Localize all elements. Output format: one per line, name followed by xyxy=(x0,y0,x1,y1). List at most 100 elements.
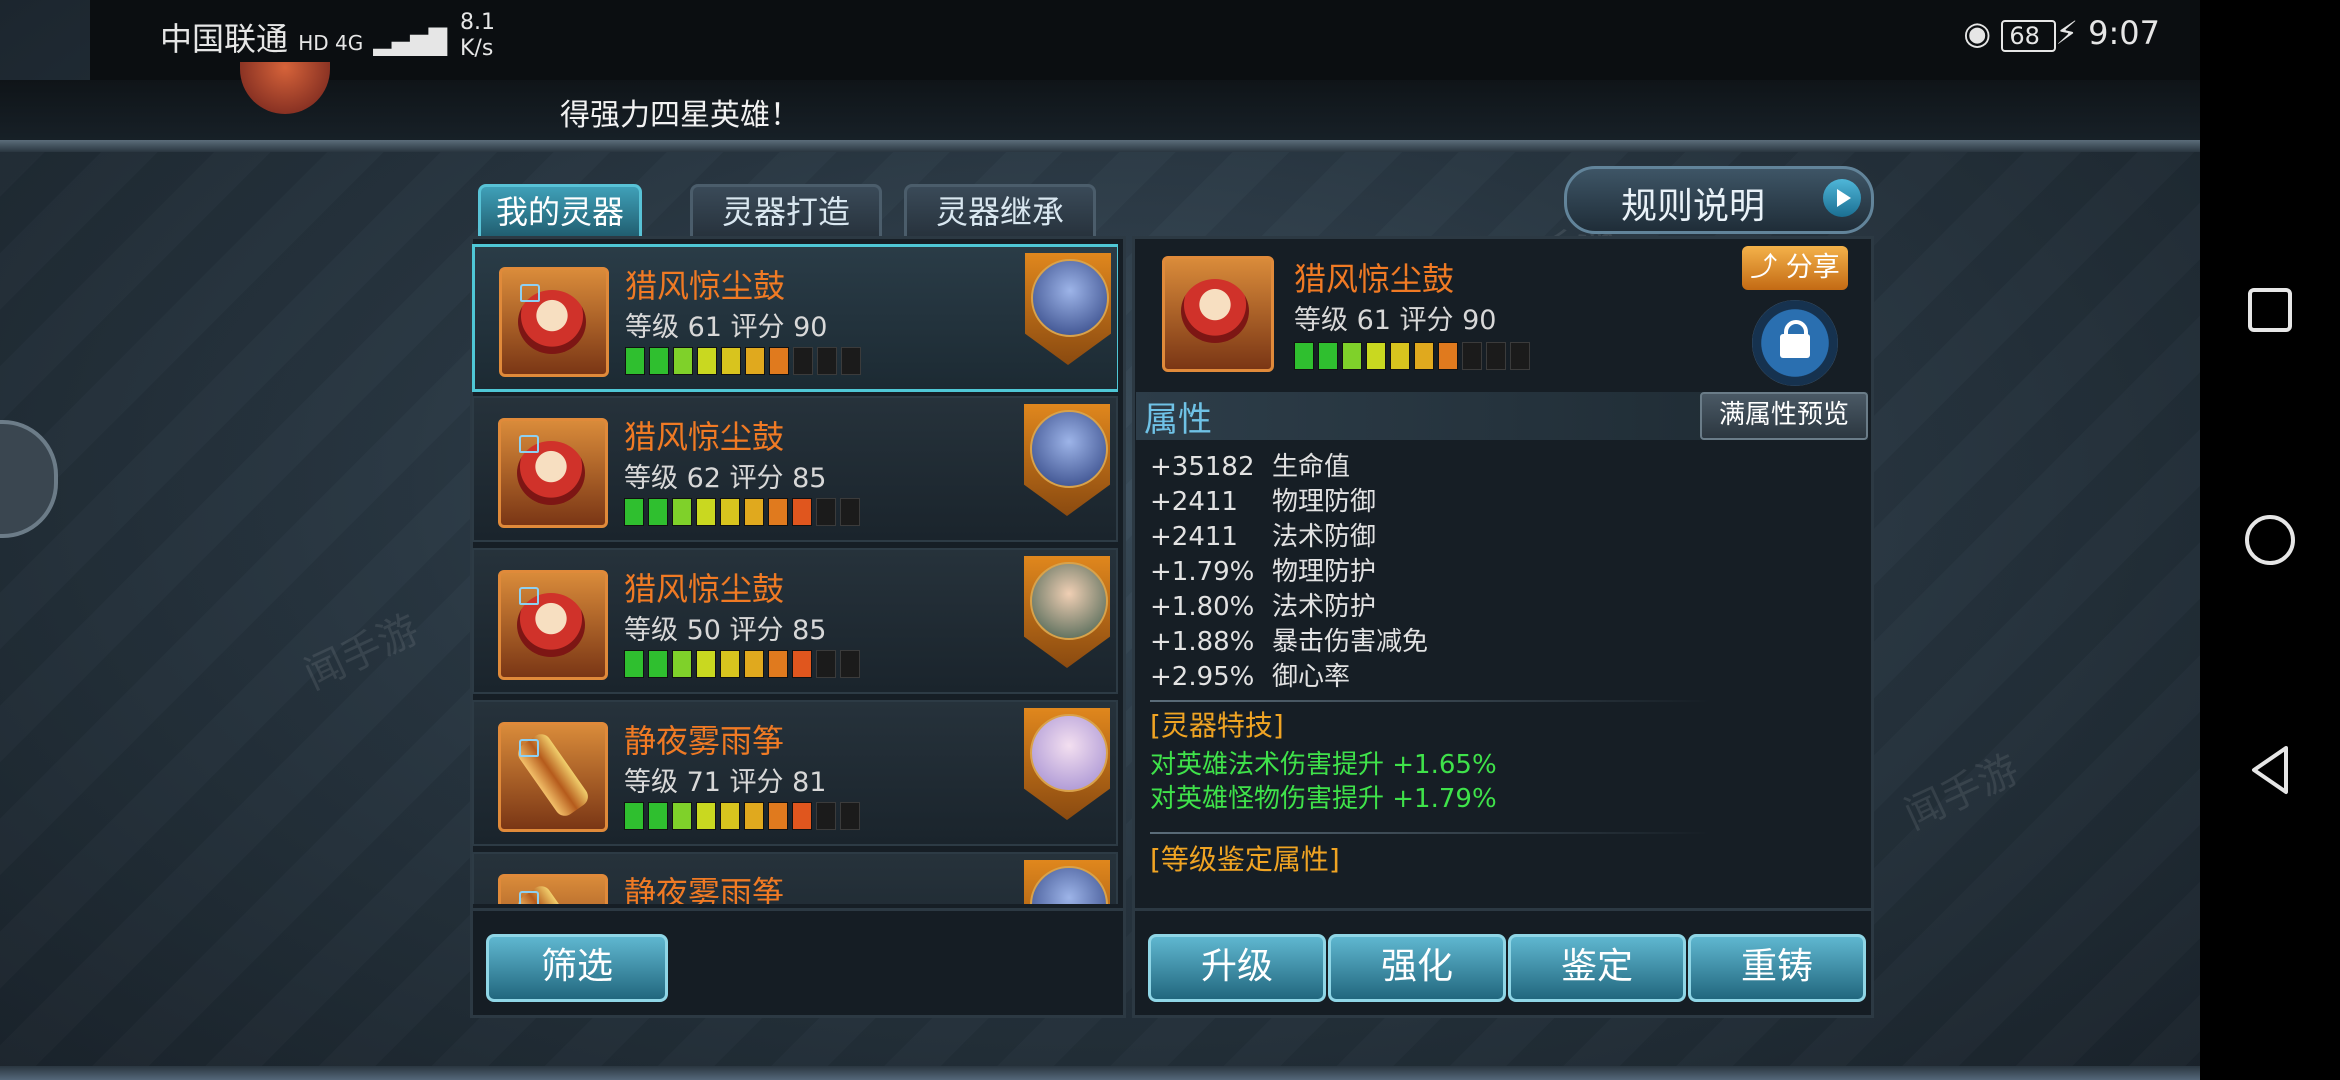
filter-button[interactable]: 筛选 xyxy=(486,934,668,1002)
quality-segment xyxy=(793,347,813,375)
list-item[interactable]: 猎风惊尘鼓 等级 61 评分 90 xyxy=(472,244,1118,392)
status-bar: 中国联通 HD 4G ▂▄▆█ 8.1 K/s ◉ 68 ⚡ 9:07 xyxy=(90,0,2220,80)
hero-avatar-icon[interactable] xyxy=(1024,556,1110,668)
home-icon[interactable] xyxy=(2240,510,2300,570)
list-item[interactable]: 猎风惊尘鼓 等级 50 评分 85 xyxy=(472,548,1118,694)
level-appraisal-title: [等级鉴定属性] xyxy=(1150,843,1340,876)
hero-avatar-icon[interactable] xyxy=(1024,404,1110,516)
share-button[interactable]: ⤴ 分享 xyxy=(1742,246,1848,290)
announcement-marquee: 得强力四星英雄！ xyxy=(0,80,2220,140)
hero-avatar-icon[interactable] xyxy=(1024,708,1110,820)
item-name: 静夜雾雨筝 xyxy=(624,874,785,904)
quality-segment xyxy=(648,498,668,526)
lock-toggle-icon[interactable] xyxy=(1752,300,1838,386)
drum-icon xyxy=(499,267,609,377)
attribute-row: +2411 物理防御 xyxy=(1150,487,1377,517)
quality-segment xyxy=(816,498,836,526)
quality-segment xyxy=(673,347,693,375)
list-item[interactable]: 静夜雾雨筝 等级 71 评分 81 xyxy=(472,700,1118,846)
tab-my-artifacts[interactable]: 我的灵器 xyxy=(478,184,642,242)
system-nav-bar xyxy=(2200,0,2340,1080)
list-item[interactable]: 静夜雾雨筝 xyxy=(472,852,1118,904)
item-name: 静夜雾雨筝 xyxy=(624,722,785,760)
quality-segment xyxy=(744,498,764,526)
enhance-button[interactable]: 强化 xyxy=(1328,934,1506,1002)
quality-segment xyxy=(672,498,692,526)
battery-level: 68 xyxy=(2009,22,2040,50)
quality-segment xyxy=(1414,342,1434,370)
divider xyxy=(1150,832,1710,834)
zither-icon xyxy=(498,722,608,832)
quality-segment xyxy=(624,498,644,526)
quality-segment xyxy=(840,650,860,678)
quality-bar xyxy=(624,498,864,526)
rules-button-label: 规则说明 xyxy=(1621,186,1766,227)
lock-icon xyxy=(519,587,539,605)
detail-stats: 等级 61 评分 90 xyxy=(1294,305,1497,336)
drum-icon xyxy=(498,570,608,680)
quality-segment xyxy=(624,650,644,678)
attribute-row: +1.88% 暴击伤害减免 xyxy=(1150,627,1429,657)
quality-segment xyxy=(624,802,644,830)
network-indicator: HD 4G xyxy=(298,31,364,55)
quality-segment xyxy=(696,802,716,830)
panel-frame-top xyxy=(0,140,2200,152)
quality-segment xyxy=(744,650,764,678)
hero-avatar-icon[interactable] xyxy=(1025,253,1111,365)
quality-segment xyxy=(625,347,645,375)
quality-segment xyxy=(1510,342,1530,370)
quality-segment xyxy=(1438,342,1458,370)
quality-segment xyxy=(697,347,717,375)
attribute-row: +35182 生命值 xyxy=(1150,452,1351,482)
hero-avatar-icon[interactable] xyxy=(1024,860,1110,904)
appraise-button[interactable]: 鉴定 xyxy=(1508,934,1686,1002)
quality-segment xyxy=(768,650,788,678)
attribute-row: +2411 法术防御 xyxy=(1150,522,1377,552)
quality-segment xyxy=(696,498,716,526)
detail-name: 猎风惊尘鼓 xyxy=(1294,260,1455,298)
carrier-label: 中国联通 xyxy=(160,20,289,58)
detail-quality-bar xyxy=(1294,342,1534,370)
clock: 9:07 xyxy=(2088,14,2160,52)
quality-segment xyxy=(1486,342,1506,370)
lock-icon xyxy=(519,891,539,904)
attribute-row: +1.79% 物理防护 xyxy=(1150,557,1377,587)
panel-frame-bottom xyxy=(0,1066,2200,1080)
item-stats: 等级 62 评分 85 xyxy=(624,463,827,494)
artifact-list[interactable]: 猎风惊尘鼓 等级 61 评分 90 猎风惊尘鼓 等级 62 评分 85 猎风惊尘… xyxy=(472,240,1118,904)
quality-segment xyxy=(816,650,836,678)
quality-segment xyxy=(816,802,836,830)
divider xyxy=(1150,700,1710,702)
zither-icon xyxy=(498,874,608,904)
quality-segment xyxy=(840,802,860,830)
speed-unit: K/s xyxy=(460,36,494,61)
item-name: 猎风惊尘鼓 xyxy=(624,570,785,608)
tab-artifact-forge[interactable]: 灵器打造 xyxy=(690,184,882,242)
recent-apps-icon[interactable] xyxy=(2240,280,2300,340)
item-name: 猎风惊尘鼓 xyxy=(624,418,785,456)
quality-segment xyxy=(672,650,692,678)
quality-segment xyxy=(841,347,861,375)
full-attributes-preview-button[interactable]: 满属性预览 xyxy=(1700,392,1868,440)
quality-segment xyxy=(1462,342,1482,370)
quality-segment xyxy=(792,650,812,678)
quality-bar xyxy=(624,802,864,830)
play-arrow-icon xyxy=(1823,179,1861,217)
rules-button[interactable]: 规则说明 xyxy=(1564,166,1874,234)
list-item[interactable]: 猎风惊尘鼓 等级 62 评分 85 xyxy=(472,396,1118,542)
quality-segment xyxy=(1390,342,1410,370)
share-label: 分享 xyxy=(1785,252,1840,283)
tab-artifact-inherit[interactable]: 灵器继承 xyxy=(904,184,1096,242)
quality-segment xyxy=(696,650,716,678)
speed-value: 8.1 xyxy=(460,10,495,35)
back-icon[interactable] xyxy=(2240,740,2300,800)
quality-segment xyxy=(817,347,837,375)
reforge-button[interactable]: 重铸 xyxy=(1688,934,1866,1002)
quality-segment xyxy=(672,802,692,830)
quality-bar xyxy=(624,650,864,678)
upgrade-button[interactable]: 升级 xyxy=(1148,934,1326,1002)
quality-segment xyxy=(792,802,812,830)
lock-icon xyxy=(519,739,539,757)
charging-icon: ⚡ xyxy=(2055,14,2078,52)
quality-segment xyxy=(1318,342,1338,370)
